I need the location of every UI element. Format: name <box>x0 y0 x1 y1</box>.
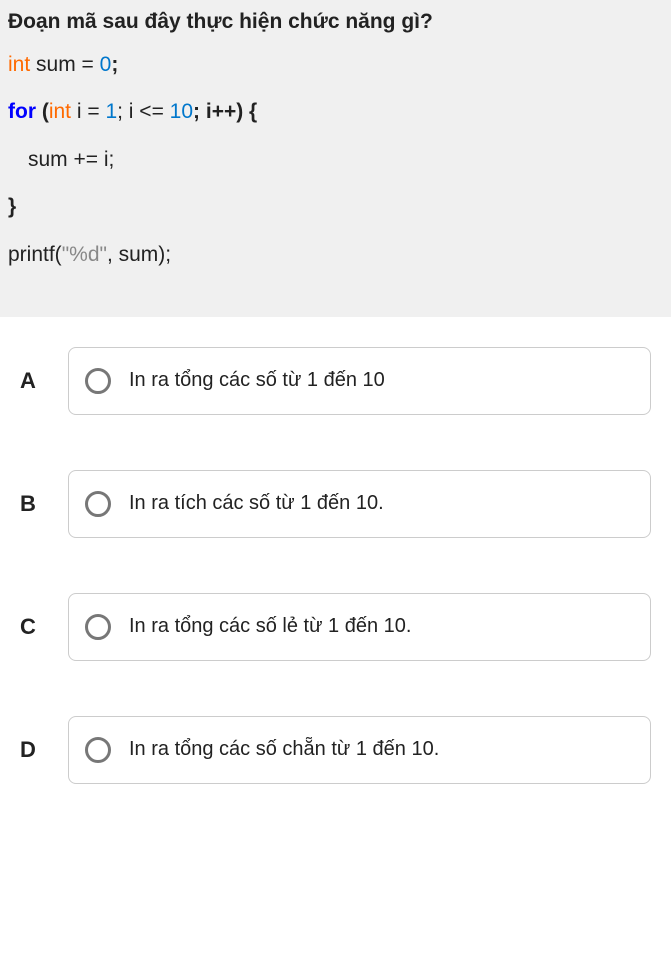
option-letter: B <box>20 491 68 517</box>
code-line-1: int sum = 0; <box>8 50 663 79</box>
code-token: 0 <box>100 53 112 76</box>
options-list: A In ra tổng các số từ 1 đến 10 B In ra … <box>0 317 671 859</box>
radio-icon[interactable] <box>85 614 111 640</box>
code-token: } <box>8 195 16 218</box>
code-line-5: printf("%d", sum); <box>8 240 663 269</box>
code-token: ( <box>36 100 49 123</box>
option-text: In ra tích các số từ 1 đến 10. <box>129 492 384 515</box>
code-token: sum += i; <box>28 148 114 171</box>
code-line-2: for (int i = 1; i <= 10; i++) { <box>8 97 663 126</box>
option-text: In ra tổng các số chẵn từ 1 đến 10. <box>129 738 439 761</box>
code-token: , sum); <box>107 243 171 266</box>
code-token: int <box>8 53 30 76</box>
code-token: for <box>8 100 36 123</box>
option-letter: C <box>20 614 68 640</box>
option-box-d[interactable]: In ra tổng các số chẵn từ 1 đến 10. <box>68 716 651 784</box>
question-title: Đoạn mã sau đây thực hiện chức năng gì? <box>8 10 663 34</box>
code-line-4: } <box>8 192 663 221</box>
code-token: sum = <box>30 53 99 76</box>
radio-icon[interactable] <box>85 368 111 394</box>
option-row-d: D In ra tổng các số chẵn từ 1 đến 10. <box>20 716 651 784</box>
code-line-3: sum += i; <box>8 145 663 174</box>
radio-icon[interactable] <box>85 491 111 517</box>
code-token: 10 <box>170 100 193 123</box>
option-box-a[interactable]: In ra tổng các số từ 1 đến 10 <box>68 347 651 415</box>
code-token: int <box>49 100 71 123</box>
code-token: ; i <= <box>117 100 170 123</box>
radio-icon[interactable] <box>85 737 111 763</box>
option-row-b: B In ra tích các số từ 1 đến 10. <box>20 470 651 538</box>
code-token: "%d" <box>62 243 107 266</box>
option-text: In ra tổng các số từ 1 đến 10 <box>129 369 385 392</box>
option-letter: D <box>20 737 68 763</box>
option-box-b[interactable]: In ra tích các số từ 1 đến 10. <box>68 470 651 538</box>
option-letter: A <box>20 368 68 394</box>
option-row-c: C In ra tổng các số lẻ từ 1 đến 10. <box>20 593 651 661</box>
question-block: Đoạn mã sau đây thực hiện chức năng gì? … <box>0 0 671 317</box>
option-row-a: A In ra tổng các số từ 1 đến 10 <box>20 347 651 415</box>
code-token: 1 <box>105 100 117 123</box>
option-text: In ra tổng các số lẻ từ 1 đến 10. <box>129 615 411 638</box>
code-token: printf( <box>8 243 62 266</box>
option-box-c[interactable]: In ra tổng các số lẻ từ 1 đến 10. <box>68 593 651 661</box>
code-token: ; i++) { <box>193 100 257 123</box>
code-token: ; <box>111 53 118 76</box>
code-token: i = <box>71 100 105 123</box>
